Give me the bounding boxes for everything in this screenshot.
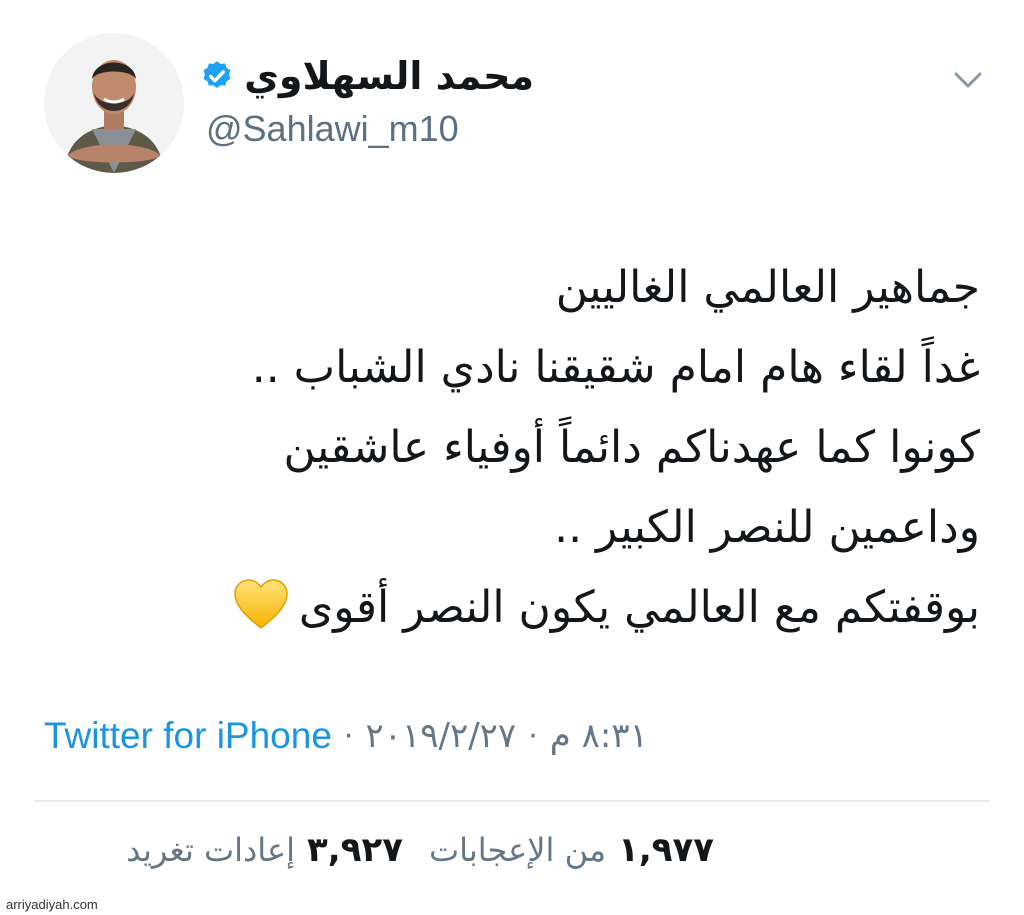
likes-label: من الإعجابات: [428, 831, 607, 869]
avatar[interactable]: [44, 33, 184, 173]
tweet-text: جماهير العالمي الغاليين غداً لقاء هام ام…: [150, 248, 980, 648]
tweet-meta: Twitter for iPhone · ٢٠١٩/٢/٢٧ · ٨:٣١ م: [44, 708, 984, 764]
tweet-line: بوقفتكم مع العالمي يكون النصر أقوى: [298, 582, 980, 633]
tweet-line: وداعمين للنصر الكبير ..: [554, 502, 980, 553]
chevron-down-icon[interactable]: [950, 62, 986, 98]
likes-count: ١,٩٧٧: [618, 830, 714, 870]
tweet-line-with-emoji: بوقفتكم مع العالمي يكون النصر أقوى: [150, 568, 980, 648]
tweet-screenshot: محمد السهلاوي @Sahlawi_m10 جماهير العالم…: [0, 0, 1024, 915]
retweets-label: إعادات تغريد: [126, 831, 296, 869]
top-edge-remnant: [0, 0, 1024, 6]
verified-badge-icon: [203, 61, 231, 89]
tweet-date[interactable]: ٢٠١٩/٢/٢٧: [365, 716, 516, 756]
author-handle[interactable]: @Sahlawi_m10: [206, 108, 459, 150]
author-name-row: محمد السهلاوي: [174, 50, 534, 102]
tweet-line: كونوا كما عهدناكم دائماً أوفياء عاشقين: [283, 422, 980, 473]
divider: [34, 800, 990, 802]
author-handle-wrap: @Sahlawi_m10: [206, 102, 459, 150]
tweet-time[interactable]: ٨:٣١ م: [550, 716, 648, 756]
tweet-stats: ١,٩٧٧ من الإعجابات ٣,٩٢٧ إعادات تغريد: [126, 830, 714, 870]
author-display-name[interactable]: محمد السهلاوي: [244, 54, 534, 98]
meta-separator: ·: [343, 718, 354, 754]
likes-stat[interactable]: ١,٩٧٧ من الإعجابات: [429, 830, 714, 870]
retweets-stat[interactable]: ٣,٩٢٧ إعادات تغريد: [126, 830, 403, 870]
tweet-line: جماهير العالمي الغاليين: [555, 262, 980, 313]
tweet-line: غداً لقاء هام امام شقيقنا نادي الشباب ..: [251, 342, 980, 393]
retweets-count: ٣,٩٢٧: [307, 830, 403, 870]
yellow-heart-icon: [234, 579, 288, 629]
author-block: محمد السهلاوي: [174, 50, 534, 102]
tweet-source-link[interactable]: Twitter for iPhone: [44, 715, 332, 757]
site-watermark: arriyadiyah.com: [6, 897, 98, 912]
profile-photo-icon: [44, 33, 184, 173]
meta-separator: ·: [528, 718, 538, 754]
